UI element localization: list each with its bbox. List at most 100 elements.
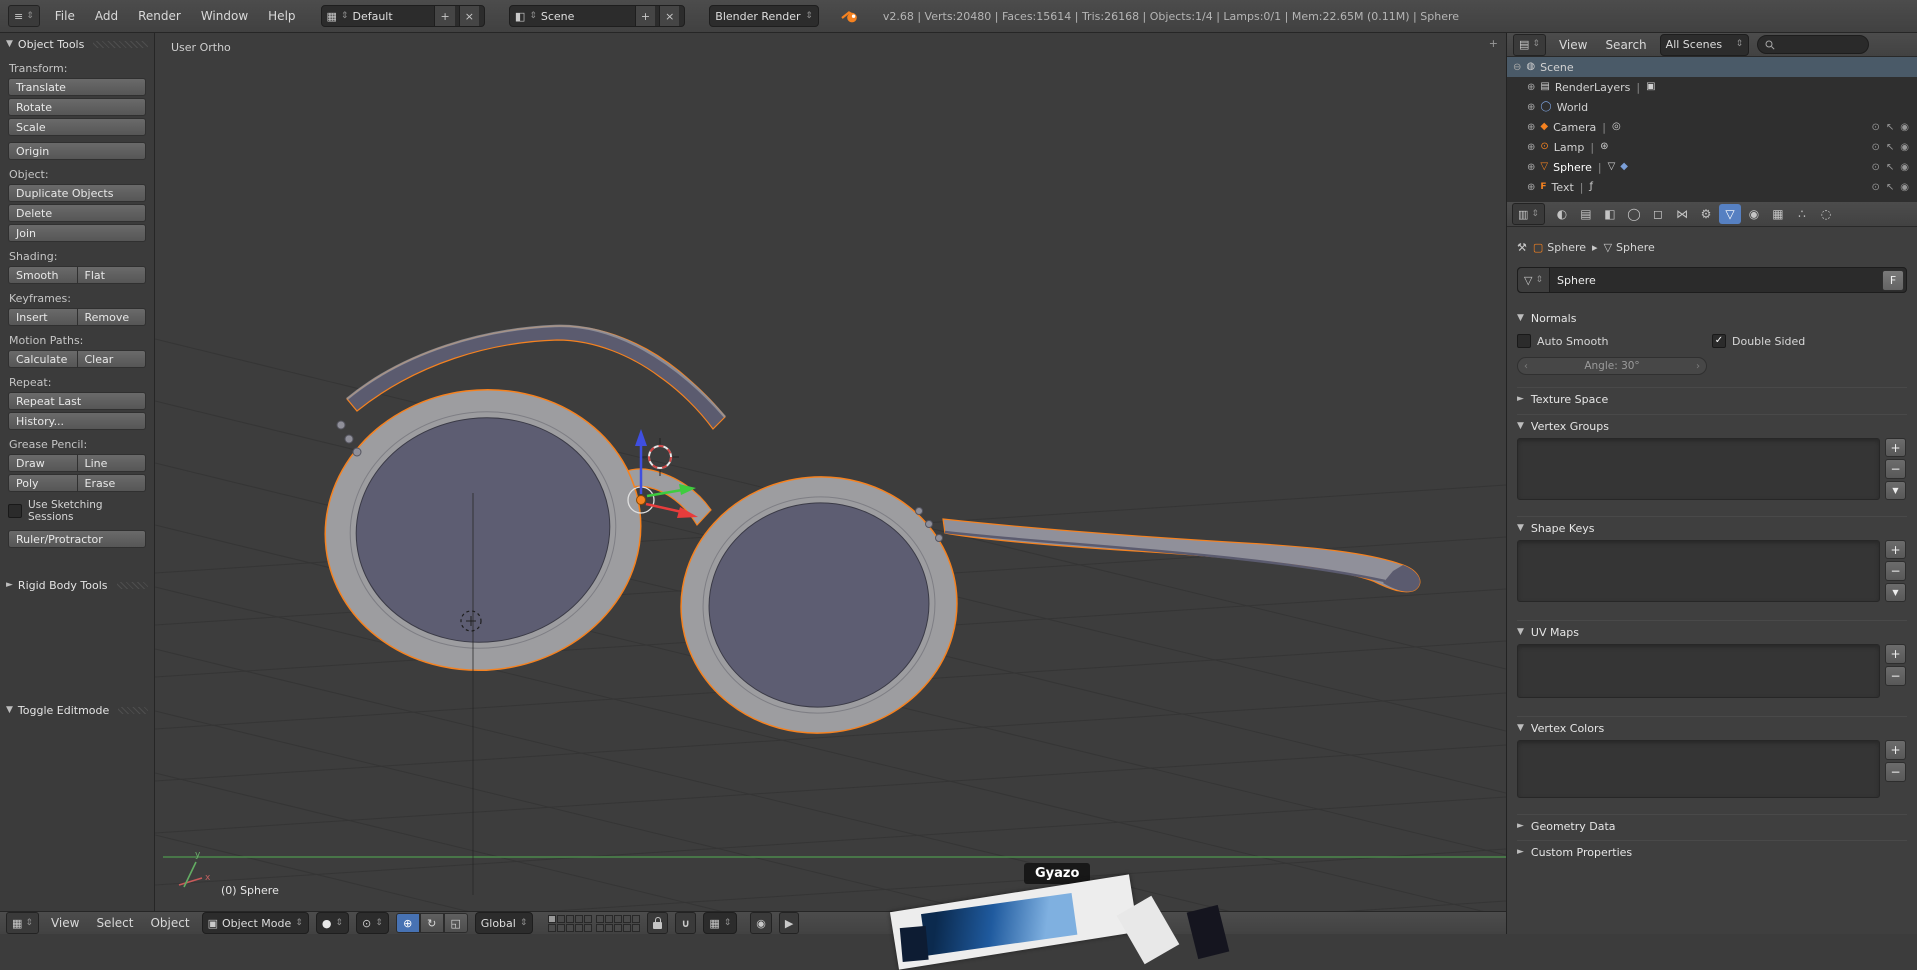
file-menu[interactable]: File — [50, 7, 80, 25]
history-button[interactable]: History... — [8, 412, 146, 430]
repeat-last-button[interactable]: Repeat Last — [8, 392, 146, 410]
outliner-view-menu[interactable]: View — [1554, 36, 1592, 54]
opengl-render-button[interactable]: ◉ — [750, 912, 772, 934]
tab-constraints[interactable]: ⋈ — [1671, 204, 1693, 224]
remove-uv-map-button[interactable]: − — [1885, 666, 1906, 686]
editor-type-button[interactable]: ▦ ⇕ — [6, 912, 39, 934]
scene-selector[interactable]: ◧ ⇕ Scene + × — [508, 5, 686, 27]
object-tools-panel-header[interactable]: ▼ Object Tools — [0, 33, 154, 54]
tab-texture[interactable]: ▦ — [1767, 204, 1789, 224]
tab-render[interactable]: ◐ — [1551, 204, 1573, 224]
view-menu[interactable]: View — [46, 914, 84, 932]
screen-layout-selector[interactable]: ▦ ⇕ Default + × — [320, 5, 485, 27]
rotate-manipulator-toggle[interactable]: ↻ — [419, 913, 444, 933]
help-menu[interactable]: Help — [263, 7, 300, 25]
region-expand-button[interactable]: + — [1489, 37, 1498, 50]
uv-maps-panel-header[interactable]: ▼ UV Maps — [1517, 620, 1907, 639]
tab-world[interactable]: ◯ — [1623, 204, 1645, 224]
origin-button[interactable]: Origin — [8, 142, 146, 160]
tab-modifiers[interactable]: ⚙ — [1695, 204, 1717, 224]
tab-material[interactable]: ◉ — [1743, 204, 1765, 224]
tab-physics[interactable]: ◌ — [1815, 204, 1837, 224]
rotate-button[interactable]: Rotate — [8, 98, 146, 116]
editor-type-button[interactable]: ▥ ⇕ — [1512, 203, 1545, 225]
add-vertex-group-button[interactable]: + — [1885, 438, 1906, 458]
tab-object-data[interactable]: ▽ — [1718, 204, 1741, 224]
tab-particles[interactable]: ∴ — [1791, 204, 1813, 224]
scale-manipulator-toggle[interactable]: ◱ — [443, 913, 468, 933]
vertex-group-specials-button[interactable]: ▼ — [1885, 480, 1906, 500]
outliner-row-scene[interactable]: ⊖ ◍ Scene — [1507, 57, 1917, 77]
layer-group-2[interactable] — [596, 914, 641, 932]
shape-key-specials-button[interactable]: ▼ — [1885, 582, 1906, 602]
ruler-protractor-button[interactable]: Ruler/Protractor — [8, 530, 146, 548]
expand-expander-icon[interactable]: ⊕ — [1527, 182, 1535, 193]
poly-button[interactable]: Poly — [8, 474, 78, 492]
translate-button[interactable]: Translate — [8, 78, 146, 96]
outliner-row-text[interactable]: ⊕ F Text | ƒ ⊙ ↖ ◉ — [1507, 177, 1917, 197]
join-button[interactable]: Join — [8, 224, 146, 242]
outliner-row-world[interactable]: ⊕ ◯ World — [1507, 97, 1917, 117]
tab-render-layers[interactable]: ▤ — [1575, 204, 1597, 224]
geometry-data-panel-header[interactable]: ► Geometry Data — [1517, 814, 1907, 833]
add-scene-button[interactable]: + — [634, 6, 656, 26]
duplicate-objects-button[interactable]: Duplicate Objects — [8, 184, 146, 202]
delete-layout-button[interactable]: × — [458, 6, 479, 26]
window-menu[interactable]: Window — [196, 7, 253, 25]
scale-button[interactable]: Scale — [8, 118, 146, 136]
selectable-toggle-arrow-icon[interactable]: ↖ — [1886, 182, 1894, 193]
hide-toggle-eye-icon[interactable]: ⊙ — [1871, 162, 1879, 173]
clear-button[interactable]: Clear — [77, 350, 146, 368]
texture-space-panel-header[interactable]: ► Texture Space — [1517, 387, 1907, 406]
add-uv-map-button[interactable]: + — [1885, 644, 1906, 664]
insert-keyframe-button[interactable]: Insert — [8, 308, 78, 326]
draw-button[interactable]: Draw — [8, 454, 78, 472]
vertex-colors-list[interactable] — [1517, 740, 1880, 798]
renderable-toggle-camera-icon[interactable]: ◉ — [1900, 182, 1909, 193]
editor-type-button[interactable]: ≡ ⇕ — [8, 5, 40, 27]
renderable-toggle-camera-icon[interactable]: ◉ — [1900, 122, 1909, 133]
custom-properties-panel-header[interactable]: ► Custom Properties — [1517, 840, 1907, 859]
transform-orientation-dropdown[interactable]: Global ⇕ — [474, 912, 534, 934]
expand-expander-icon[interactable]: ⊕ — [1527, 102, 1535, 113]
vertex-groups-list[interactable] — [1517, 438, 1880, 500]
opengl-render-anim-button[interactable]: ▶ — [778, 912, 800, 934]
render-menu[interactable]: Render — [133, 7, 186, 25]
fake-user-button[interactable]: F — [1882, 269, 1904, 291]
select-menu[interactable]: Select — [91, 914, 138, 932]
add-menu[interactable]: Add — [90, 7, 123, 25]
hide-toggle-eye-icon[interactable]: ⊙ — [1871, 182, 1879, 193]
flat-button[interactable]: Flat — [77, 266, 146, 284]
normals-panel-header[interactable]: ▼ Normals — [1517, 307, 1907, 325]
collapse-expander-icon[interactable]: ⊖ — [1513, 62, 1521, 73]
expand-expander-icon[interactable]: ⊕ — [1527, 142, 1535, 153]
double-sided-checkbox[interactable]: ✓ — [1712, 334, 1726, 348]
datablock-name-value[interactable]: Sphere — [1550, 274, 1882, 287]
tab-object[interactable]: ◻ — [1647, 204, 1669, 224]
snap-toggle-button[interactable]: ∪ — [675, 912, 697, 934]
uv-maps-list[interactable] — [1517, 644, 1880, 698]
breadcrumb-data[interactable]: ▽ Sphere — [1604, 241, 1655, 254]
renderable-toggle-camera-icon[interactable]: ◉ — [1900, 142, 1909, 153]
delete-button[interactable]: Delete — [8, 204, 146, 222]
expand-expander-icon[interactable]: ⊕ — [1527, 122, 1535, 133]
outliner-row-camera[interactable]: ⊕ ◆ Camera | ◎ ⊙ ↖ ◉ — [1507, 117, 1917, 137]
viewport-shading-dropdown[interactable]: ● ⇕ — [315, 912, 349, 934]
selectable-toggle-arrow-icon[interactable]: ↖ — [1886, 142, 1894, 153]
smooth-button[interactable]: Smooth — [8, 266, 78, 284]
operator-panel-header[interactable]: ▼ Toggle Editmode — [0, 699, 154, 720]
mode-dropdown[interactable]: ▣ Object Mode ⇕ — [201, 912, 309, 934]
delete-scene-button[interactable]: × — [659, 6, 680, 26]
outliner-row-renderlayers[interactable]: ⊕ ▤ RenderLayers | ▣ — [1507, 77, 1917, 97]
translate-manipulator-toggle[interactable]: ⊕ — [395, 913, 420, 933]
outliner-row-lamp[interactable]: ⊕ ⊙ Lamp | ⊛ ⊙ ↖ ◉ — [1507, 137, 1917, 157]
object-menu[interactable]: Object — [145, 914, 194, 932]
outliner-search-menu[interactable]: Search — [1600, 36, 1651, 54]
3d-viewport[interactable]: User Ortho (0) Sphere x y + Gyazo — [155, 33, 1506, 911]
slider-right-arrow-icon[interactable]: › — [1696, 361, 1700, 372]
datablock-type-chip[interactable]: ▽ ⇕ — [1518, 268, 1551, 292]
layer-group-1[interactable] — [548, 914, 593, 932]
remove-keyframe-button[interactable]: Remove — [77, 308, 146, 326]
selectable-toggle-arrow-icon[interactable]: ↖ — [1886, 122, 1894, 133]
line-button[interactable]: Line — [77, 454, 146, 472]
